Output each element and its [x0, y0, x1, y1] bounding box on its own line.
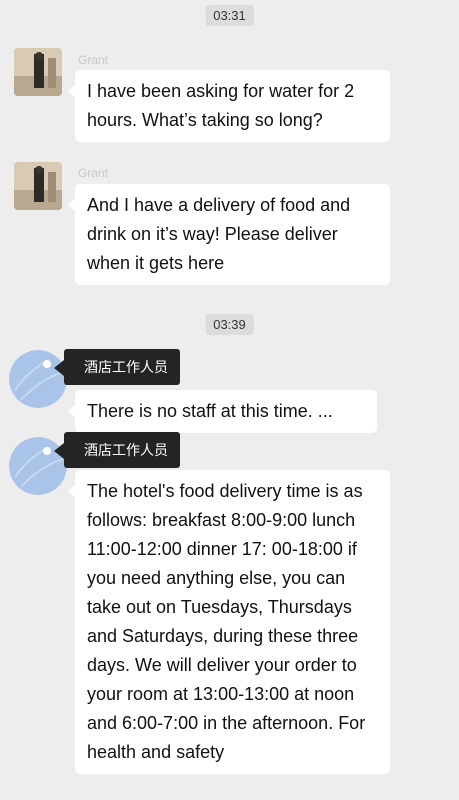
- message-bubble[interactable]: And I have a delivery of food and drink …: [68, 184, 390, 285]
- message-bubble[interactable]: The hotel's food delivery time is as fol…: [68, 470, 390, 774]
- sender-name: Grant: [78, 166, 109, 180]
- sender-avatar[interactable]: [9, 350, 67, 408]
- sender-avatar[interactable]: [14, 162, 62, 210]
- sender-name-tag: 酒店工作人员: [54, 432, 180, 468]
- sender-avatar[interactable]: [14, 48, 62, 96]
- sender-name: Grant: [78, 53, 109, 67]
- timestamp: 03:39: [205, 314, 254, 335]
- timestamp: 03:31: [205, 5, 254, 26]
- message-bubble[interactable]: I have been asking for water for 2 hours…: [68, 70, 390, 142]
- message-bubble[interactable]: There is no staff at this time. ...: [68, 390, 377, 433]
- sender-name-tag: 酒店工作人员: [54, 349, 180, 385]
